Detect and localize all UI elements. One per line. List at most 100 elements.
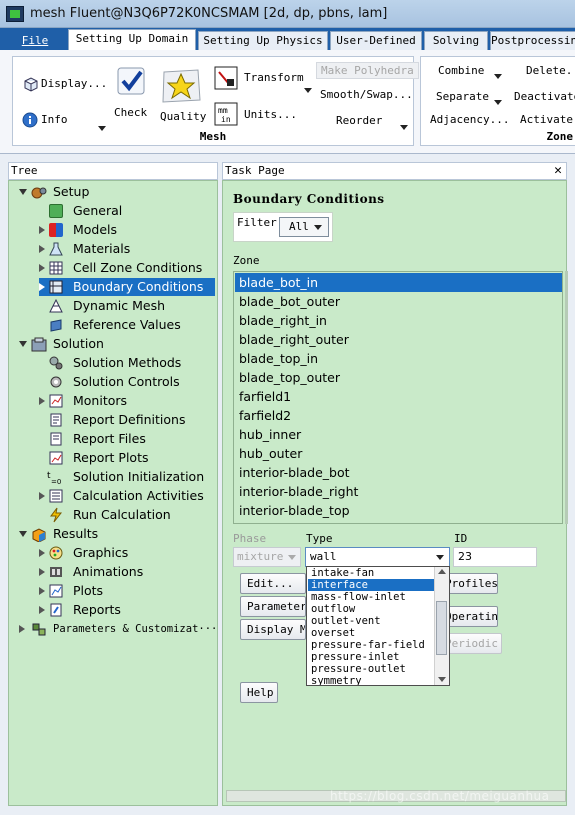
tree-item-graphics[interactable]: Graphics: [39, 544, 215, 562]
tree-item-report-files[interactable]: Report Files: [39, 430, 215, 448]
display-button[interactable]: Display...: [20, 74, 110, 94]
list-item[interactable]: blade_bot_in: [235, 273, 562, 292]
dropdown-option[interactable]: pressure-outlet: [308, 663, 434, 675]
check-label: Check: [114, 106, 148, 119]
scroll-up-arrow-icon[interactable]: [438, 569, 446, 574]
chevron-down-icon: [288, 555, 296, 560]
list-item[interactable]: interior-blade_right: [235, 482, 562, 501]
transform-button[interactable]: Transform: [214, 66, 314, 93]
units-icon: mm in: [214, 102, 238, 126]
reference-values-icon: [50, 319, 62, 332]
units-button[interactable]: mm in Units...: [214, 102, 314, 128]
delete-button[interactable]: Delete...: [526, 64, 575, 77]
type-select[interactable]: wall: [305, 547, 450, 567]
tab-solving[interactable]: Solving: [424, 31, 488, 50]
svg-text:in: in: [221, 115, 231, 124]
tab-user-defined[interactable]: User-Defined: [330, 31, 422, 50]
scroll-down-arrow-icon[interactable]: [438, 677, 446, 682]
tree-item-results[interactable]: Results: [15, 525, 215, 543]
chevron-down-icon: [400, 125, 408, 130]
check-button[interactable]: Check: [112, 64, 152, 124]
info-icon: [22, 112, 38, 128]
list-item[interactable]: blade_top_outer: [235, 368, 562, 387]
dropdown-option[interactable]: pressure-inlet: [308, 651, 434, 663]
tree-item-models[interactable]: Models: [39, 221, 215, 239]
filter-label: Filter: [237, 216, 277, 229]
id-field[interactable]: 23: [453, 547, 537, 567]
tree-item-plots[interactable]: Plots: [39, 582, 215, 600]
dropdown-option[interactable]: mass-flow-inlet: [308, 591, 434, 603]
combine-button[interactable]: Combine: [438, 64, 484, 77]
tab-setting-up-physics[interactable]: Setting Up Physics: [198, 31, 328, 50]
list-item[interactable]: blade_right_outer: [235, 330, 562, 349]
list-item[interactable]: blade_top_in: [235, 349, 562, 368]
list-item[interactable]: blade_right_in: [235, 311, 562, 330]
help-button[interactable]: Help: [240, 682, 278, 703]
adjacency-button[interactable]: Adjacency...: [430, 113, 509, 126]
zone-list[interactable]: blade_bot_in blade_bot_outer blade_right…: [233, 271, 563, 524]
tree-item-boundary-conditions[interactable]: Boundary Conditions: [39, 278, 215, 296]
dropdown-option[interactable]: overset: [308, 627, 434, 639]
dropdown-option[interactable]: pressure-far-field: [308, 639, 434, 651]
deactivate-button[interactable]: Deactivate: [514, 90, 575, 103]
plots-icon: [49, 584, 63, 598]
tree-item-parameters-customization[interactable]: Parameters & Customizat···: [15, 620, 217, 638]
tab-postprocessing[interactable]: Postprocessing: [490, 31, 575, 50]
tree-item-run-calculation[interactable]: Run Calculation: [39, 506, 215, 524]
activate-button[interactable]: Activate...: [520, 113, 575, 126]
tree-item-cell-zone-conditions[interactable]: Cell Zone Conditions: [39, 259, 215, 277]
tree-item-calculation-activities[interactable]: Calculation Activities: [39, 487, 215, 505]
dropdown-option[interactable]: interface: [308, 579, 434, 591]
display-mesh-button[interactable]: Display Mesh...: [240, 619, 306, 640]
list-item[interactable]: hub_inner: [235, 425, 562, 444]
fluent-app-icon: [6, 6, 24, 22]
quality-button[interactable]: Quality: [158, 64, 206, 126]
parameters-button[interactable]: Parameters...: [240, 596, 306, 617]
tree-item-dynamic-mesh[interactable]: Dynamic Mesh: [39, 297, 215, 315]
expanded-triangle-icon: [19, 341, 27, 347]
close-icon[interactable]: ✕: [554, 163, 562, 179]
filter-select[interactable]: All: [279, 217, 329, 237]
list-item[interactable]: hub_outer: [235, 444, 562, 463]
tab-setting-up-domain[interactable]: Setting Up Domain: [68, 29, 196, 50]
tree-item-solution-controls[interactable]: Solution Controls: [39, 373, 215, 391]
tree-item-solution-methods[interactable]: Solution Methods: [39, 354, 215, 372]
id-label: ID: [454, 532, 468, 545]
tree-item-reports[interactable]: Reports: [39, 601, 215, 619]
phase-label: Phase: [233, 532, 267, 545]
report-definitions-icon: [50, 413, 62, 427]
list-item[interactable]: farfield1: [235, 387, 562, 406]
info-button[interactable]: Info: [20, 110, 110, 131]
tree-item-animations[interactable]: Animations: [39, 563, 215, 581]
edit-button[interactable]: Edit...: [240, 573, 306, 594]
dropdown-option[interactable]: intake-fan: [308, 567, 434, 579]
tree-item-materials[interactable]: Materials: [39, 240, 215, 258]
zone-list-scrollbar[interactable]: [565, 271, 568, 524]
dropdown-scroll-thumb[interactable]: [436, 601, 447, 655]
type-dropdown-list[interactable]: intake-fan interface mass-flow-inlet out…: [306, 566, 450, 686]
dropdown-option[interactable]: outflow: [308, 603, 434, 615]
dropdown-option[interactable]: symmetry: [308, 675, 434, 685]
tree-item-general[interactable]: General: [39, 202, 215, 220]
report-files-icon: [50, 432, 62, 446]
list-item[interactable]: interior-blade_top: [235, 501, 562, 520]
make-polyhedra-button[interactable]: Make Polyhedra: [316, 62, 419, 79]
tree-item-reference-values[interactable]: Reference Values: [39, 316, 215, 334]
list-item[interactable]: farfield2: [235, 406, 562, 425]
smooth-swap-button[interactable]: Smooth/Swap...: [320, 88, 413, 101]
tree-item-report-plots[interactable]: Report Plots: [39, 449, 215, 467]
task-page-title: Task Page: [225, 164, 285, 177]
tree-item-solution-initialization[interactable]: t =0 Solution Initialization: [39, 468, 215, 486]
file-menu[interactable]: File: [6, 31, 64, 50]
tree-item-setup[interactable]: Setup: [15, 183, 215, 201]
tree-item-solution[interactable]: Solution: [15, 335, 215, 353]
tree-item-report-definitions[interactable]: Report Definitions: [39, 411, 215, 429]
tree-item-monitors[interactable]: Monitors: [39, 392, 215, 410]
reorder-button[interactable]: Reorder: [334, 112, 412, 132]
separate-button[interactable]: Separate: [436, 90, 489, 103]
display-label: Display...: [41, 77, 108, 90]
list-item[interactable]: interior-blade_bot: [235, 463, 562, 482]
list-item[interactable]: blade_bot_outer: [235, 292, 562, 311]
phase-select[interactable]: mixture: [233, 547, 301, 567]
dropdown-option[interactable]: outlet-vent: [308, 615, 434, 627]
